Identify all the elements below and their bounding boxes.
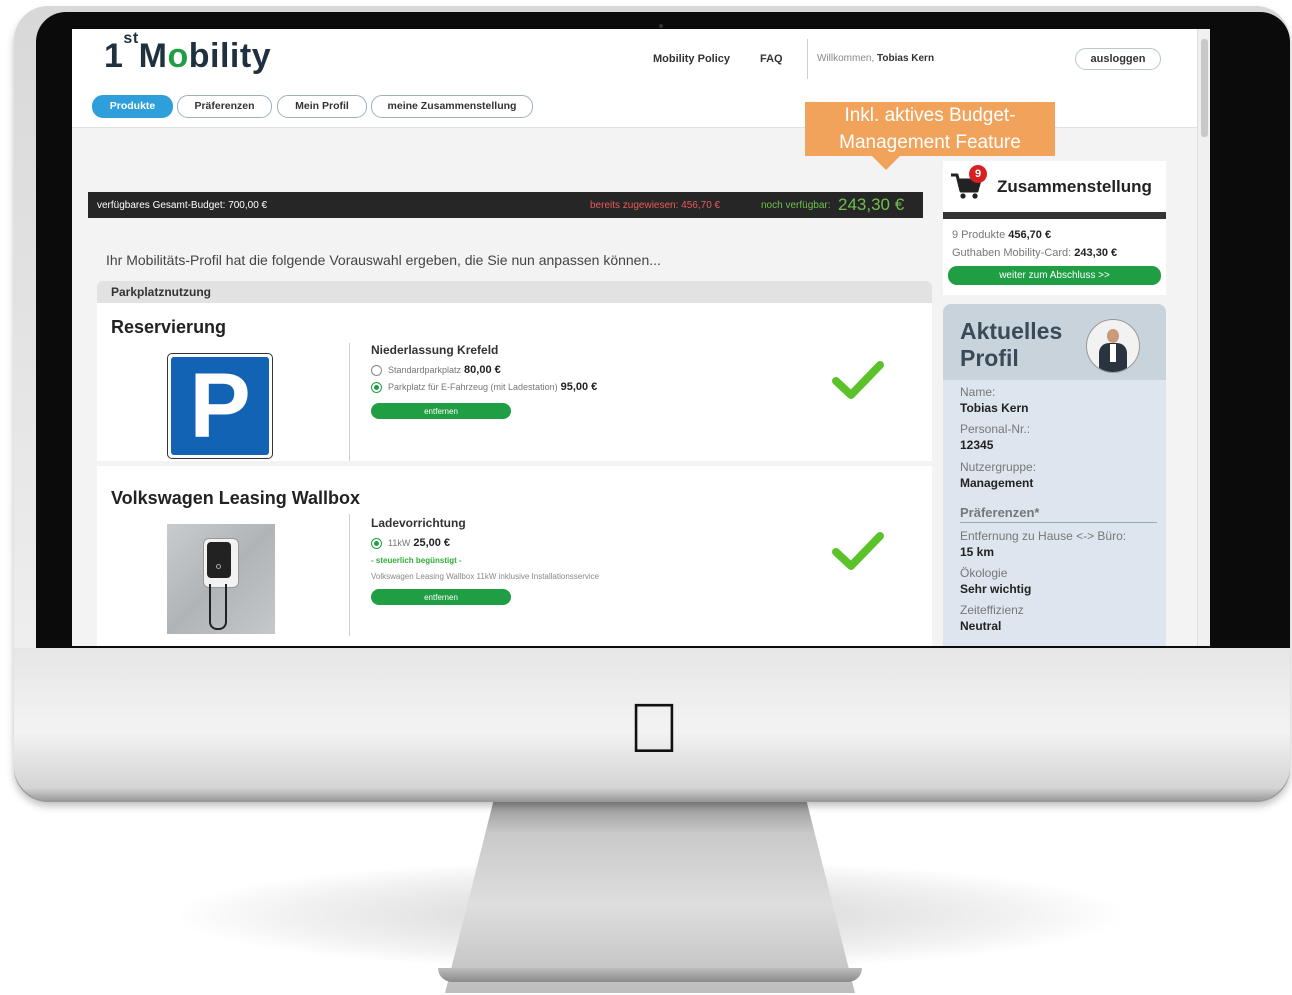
section-title: Parkplatznutzung xyxy=(97,281,932,303)
cart-summary-panel: 9 Zusammenstellung 9 Produkte 456,70 € G… xyxy=(943,161,1166,295)
parking-sign-icon: P xyxy=(167,353,273,459)
avatar xyxy=(1086,319,1140,373)
pref-ecology-label: Ökologie xyxy=(960,566,1008,580)
option-parkplatz-e-fahrzeug[interactable]: Parkplatz für E-Fahrzeug (mit Ladestatio… xyxy=(371,381,597,394)
pref-time-value: Neutral xyxy=(960,619,1002,633)
remove-button[interactable]: entfernen xyxy=(371,403,511,419)
profile-group-value: Management xyxy=(960,476,1034,490)
option-11kw[interactable]: 11kW 25,00 € xyxy=(371,537,450,550)
checkmark-icon xyxy=(832,532,884,570)
checkout-button[interactable]: weiter zum Abschluss >> xyxy=(948,266,1161,285)
tab-meine-zusammenstellung[interactable]: meine Zusammenstellung xyxy=(371,95,533,118)
scrollbar-thumb[interactable] xyxy=(1201,39,1208,137)
profile-personnel-label: Personal-Nr.: xyxy=(960,422,1031,436)
profile-group-label: Nutzergruppe: xyxy=(960,460,1037,474)
option-group-title: Ladevorrichtung xyxy=(371,516,466,530)
cart-count-badge: 9 xyxy=(969,165,987,183)
apple-logo-icon:  xyxy=(622,692,686,764)
card-divider xyxy=(349,514,350,636)
tab-praeferenzen[interactable]: Präferenzen xyxy=(177,95,272,118)
radio-button-selected[interactable] xyxy=(371,382,382,394)
budget-assigned: bereits zugewiesen: 456,70 € xyxy=(590,200,721,211)
product-card-reservierung: Reservierung P Niederlassung Krefeld Sta… xyxy=(97,303,932,461)
tab-mein-profil[interactable]: Mein Profil xyxy=(277,95,367,118)
preferences-title: Präferenzen* xyxy=(960,505,1040,520)
cart-products-line: 9 Produkte 456,70 € xyxy=(952,229,1052,241)
radio-button[interactable] xyxy=(371,365,382,377)
profile-name-value: Tobias Kern xyxy=(960,401,1029,415)
feature-callout: Inkl. aktives Budget- Management Feature xyxy=(805,102,1055,156)
product-title: Volkswagen Leasing Wallbox xyxy=(111,488,361,508)
radio-button-selected[interactable] xyxy=(371,538,382,550)
option-standardparkplatz[interactable]: Standardparkplatz 80,00 € xyxy=(371,364,501,377)
profile-title: Aktuelles Profil xyxy=(960,318,1063,371)
monitor-stand-foot xyxy=(438,968,862,982)
profile-name-label: Name: xyxy=(960,385,996,399)
browser-screen: 1stMobility Mobility Policy FAQ Willkomm… xyxy=(72,29,1210,646)
pref-distance-label: Entfernung zu Hause <-> Büro: xyxy=(960,529,1127,543)
current-profile-panel: Aktuelles Profil Name: Tobias Kern Perso… xyxy=(943,304,1166,646)
checkmark-icon xyxy=(832,361,884,399)
profile-personnel-value: 12345 xyxy=(960,438,994,452)
cart-title: Zusammenstellung xyxy=(997,177,1152,196)
budget-remaining-label: noch verfügbar: xyxy=(761,200,831,211)
product-description: Volkswagen Leasing Wallbox 11kW inklusiv… xyxy=(371,572,600,581)
logout-button[interactable]: ausloggen xyxy=(1075,48,1161,70)
monitor-stand xyxy=(445,798,855,993)
nav-link-mobility-policy[interactable]: Mobility Policy xyxy=(653,53,730,65)
pref-ecology-value: Sehr wichtig xyxy=(960,582,1032,596)
budget-remaining-value: 243,30 € xyxy=(838,195,905,214)
cart-credit-line: Guthaben Mobility-Card: 243,30 € xyxy=(952,247,1118,259)
callout-pointer xyxy=(872,156,900,170)
budget-total: verfügbares Gesamt-Budget: 700,00 € xyxy=(97,200,268,211)
pref-time-label: Zeiteffizienz xyxy=(960,603,1024,617)
wallbox-photo xyxy=(167,524,275,634)
pref-distance-value: 15 km xyxy=(960,545,995,559)
vertical-scrollbar[interactable] xyxy=(1197,29,1210,646)
profile-header: Aktuelles Profil xyxy=(943,304,1166,380)
welcome-message: Willkommen, Tobias Kern xyxy=(817,53,935,64)
tax-note: - steuerlich begünstigt - xyxy=(371,556,462,565)
product-title: Reservierung xyxy=(111,317,227,337)
intro-text: Ihr Mobilitäts-Profil hat die folgende V… xyxy=(106,252,661,268)
nav-link-faq[interactable]: FAQ xyxy=(760,53,783,65)
card-divider xyxy=(349,343,350,461)
brand-logo[interactable]: 1stMobility xyxy=(104,30,271,76)
option-group-title: Niederlassung Krefeld xyxy=(371,343,499,357)
preferences-divider xyxy=(960,522,1157,523)
tab-produkte[interactable]: Produkte xyxy=(92,95,173,118)
user-name: Tobias Kern xyxy=(877,53,935,64)
camera-icon xyxy=(659,24,663,28)
budget-bar: verfügbares Gesamt-Budget: 700,00 € bere… xyxy=(88,192,923,218)
nav-separator xyxy=(807,39,808,79)
cart-divider xyxy=(943,212,1166,219)
remove-button[interactable]: entfernen xyxy=(371,589,511,605)
product-card-wallbox: Volkswagen Leasing Wallbox Ladevorrichtu… xyxy=(97,466,932,646)
